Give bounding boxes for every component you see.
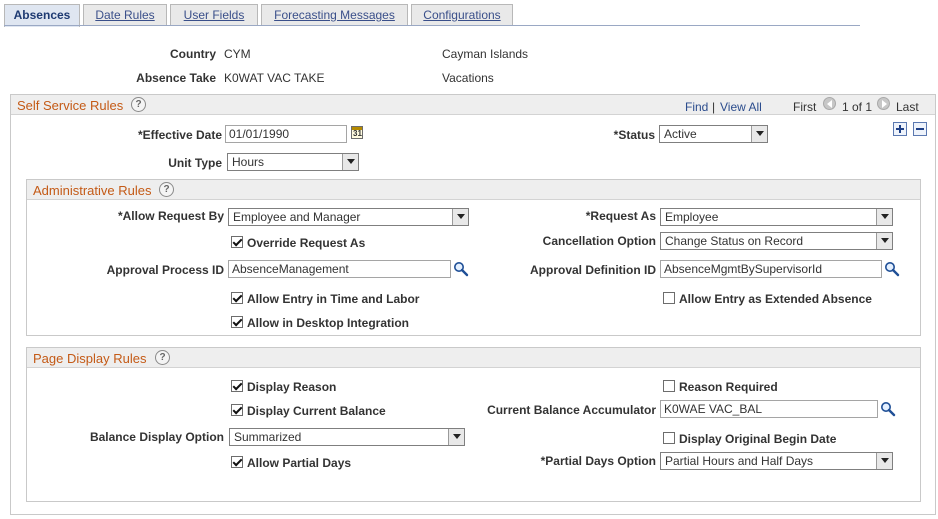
allow-partial-days-checkbox[interactable] bbox=[231, 456, 243, 468]
request-as-label: *Request As bbox=[585, 209, 656, 223]
reason-required-label: Reason Required bbox=[679, 380, 778, 394]
page-display-rules-section: Page Display Rules ? bbox=[26, 347, 921, 502]
tab-date-rules[interactable]: Date Rules bbox=[83, 4, 167, 26]
allow-desktop-integration-label: Allow in Desktop Integration bbox=[247, 316, 410, 330]
allow-request-by-value: Employee and Manager bbox=[233, 210, 361, 224]
allow-entry-time-labor-label: Allow Entry in Time and Labor bbox=[247, 292, 420, 306]
cancellation-option-value: Change Status on Record bbox=[665, 234, 804, 248]
unit-type-select[interactable]: Hours bbox=[227, 153, 359, 171]
chevron-down-icon bbox=[342, 154, 358, 170]
display-reason-checkbox[interactable] bbox=[231, 380, 243, 392]
allow-extended-absence-label: Allow Entry as Extended Absence bbox=[679, 292, 872, 306]
tab-user-fields[interactable]: User Fields bbox=[170, 4, 258, 26]
country-code: CYM bbox=[224, 47, 251, 61]
allow-request-by-select[interactable]: Employee and Manager bbox=[228, 208, 469, 226]
absence-take-code: K0WAT VAC TAKE bbox=[224, 71, 325, 85]
administrative-rules-header: Administrative Rules ? bbox=[27, 180, 920, 200]
page-display-rules-header: Page Display Rules ? bbox=[27, 348, 920, 368]
chevron-down-icon bbox=[876, 453, 892, 469]
absence-take-name: Vacations bbox=[442, 71, 494, 85]
display-original-begin-date-label: Display Original Begin Date bbox=[679, 432, 837, 446]
request-as-value: Employee bbox=[665, 210, 719, 224]
unit-type-label: Unit Type bbox=[168, 156, 222, 170]
partial-days-option-value: Partial Hours and Half Days bbox=[665, 454, 814, 468]
request-as-select[interactable]: Employee bbox=[660, 208, 893, 226]
administrative-rules-section: Administrative Rules ? bbox=[26, 179, 921, 336]
status-label: *Status bbox=[613, 128, 655, 142]
calendar-icon[interactable]: 31 bbox=[351, 126, 363, 139]
allow-request-by-label: *Allow Request By bbox=[117, 209, 224, 223]
effective-date-input[interactable]: 01/01/1990 bbox=[225, 125, 347, 143]
partial-days-option-select[interactable]: Partial Hours and Half Days bbox=[660, 452, 893, 470]
search-icon[interactable] bbox=[880, 401, 896, 417]
row-counter: 1 of 1 bbox=[842, 100, 873, 114]
tab-absences[interactable]: Absences bbox=[4, 4, 80, 27]
view-all-link[interactable]: View All bbox=[720, 100, 762, 114]
country-name: Cayman Islands bbox=[442, 47, 529, 61]
chevron-down-icon bbox=[448, 429, 464, 445]
page-display-rules-title: Page Display Rules bbox=[33, 351, 147, 366]
chevron-down-icon bbox=[876, 209, 892, 225]
approval-process-id-input[interactable]: AbsenceManagement bbox=[228, 260, 451, 278]
calendar-glyph: 31 bbox=[353, 129, 362, 138]
tab-forecasting-messages[interactable]: Forecasting Messages bbox=[261, 4, 408, 26]
effective-date-label: *Effective Date bbox=[137, 128, 222, 142]
approval-process-id-label: Approval Process ID bbox=[106, 263, 224, 277]
display-current-balance-label: Display Current Balance bbox=[247, 404, 386, 418]
nav-separator: | bbox=[712, 100, 716, 114]
override-request-as-label: Override Request As bbox=[247, 236, 366, 250]
status-select[interactable]: Active bbox=[659, 125, 768, 143]
cancellation-option-label: Cancellation Option bbox=[542, 234, 656, 248]
approval-definition-id-input[interactable]: AbsenceMgmtBySupervisorId bbox=[660, 260, 882, 278]
status-value: Active bbox=[664, 127, 697, 141]
balance-display-option-value: Summarized bbox=[234, 430, 302, 444]
balance-display-option-select[interactable]: Summarized bbox=[229, 428, 465, 446]
tab-underline bbox=[4, 25, 860, 26]
current-balance-accumulator-input[interactable]: K0WAE VAC_BAL bbox=[660, 400, 878, 418]
reason-required-checkbox[interactable] bbox=[663, 380, 675, 392]
allow-desktop-integration-checkbox[interactable] bbox=[231, 316, 243, 328]
next-row-icon[interactable] bbox=[877, 97, 890, 110]
help-icon[interactable]: ? bbox=[131, 97, 146, 112]
delete-row-button[interactable] bbox=[913, 122, 927, 136]
help-icon[interactable]: ? bbox=[159, 182, 174, 197]
allow-entry-time-labor-checkbox[interactable] bbox=[231, 292, 243, 304]
allow-extended-absence-checkbox[interactable] bbox=[663, 292, 675, 304]
cancellation-option-select[interactable]: Change Status on Record bbox=[660, 232, 893, 250]
allow-partial-days-label: Allow Partial Days bbox=[247, 456, 352, 470]
chevron-down-icon bbox=[751, 126, 767, 142]
approval-definition-id-label: Approval Definition ID bbox=[530, 263, 656, 277]
chevron-down-icon bbox=[876, 233, 892, 249]
tab-configurations[interactable]: Configurations bbox=[411, 4, 513, 26]
override-request-as-checkbox[interactable] bbox=[231, 236, 243, 248]
find-link[interactable]: Find bbox=[685, 100, 708, 114]
chevron-down-icon bbox=[452, 209, 468, 225]
self-service-rules-title: Self Service Rules bbox=[17, 98, 124, 113]
display-original-begin-date-checkbox[interactable] bbox=[663, 432, 675, 444]
help-icon[interactable]: ? bbox=[155, 350, 170, 365]
display-reason-label: Display Reason bbox=[247, 380, 337, 394]
search-icon[interactable] bbox=[884, 261, 900, 277]
administrative-rules-title: Administrative Rules bbox=[33, 183, 152, 198]
previous-row-icon[interactable] bbox=[823, 97, 836, 110]
country-label: Country bbox=[170, 47, 216, 61]
first-label: First bbox=[793, 100, 817, 114]
unit-type-value: Hours bbox=[232, 155, 265, 169]
search-icon[interactable] bbox=[453, 261, 469, 277]
last-label: Last bbox=[896, 100, 919, 114]
current-balance-accumulator-label: Current Balance Accumulator bbox=[487, 403, 656, 417]
absence-take-label: Absence Take bbox=[136, 71, 216, 85]
display-current-balance-checkbox[interactable] bbox=[231, 404, 243, 416]
balance-display-option-label: Balance Display Option bbox=[89, 430, 224, 444]
partial-days-option-label: *Partial Days Option bbox=[540, 454, 656, 468]
add-row-button[interactable] bbox=[893, 122, 907, 136]
